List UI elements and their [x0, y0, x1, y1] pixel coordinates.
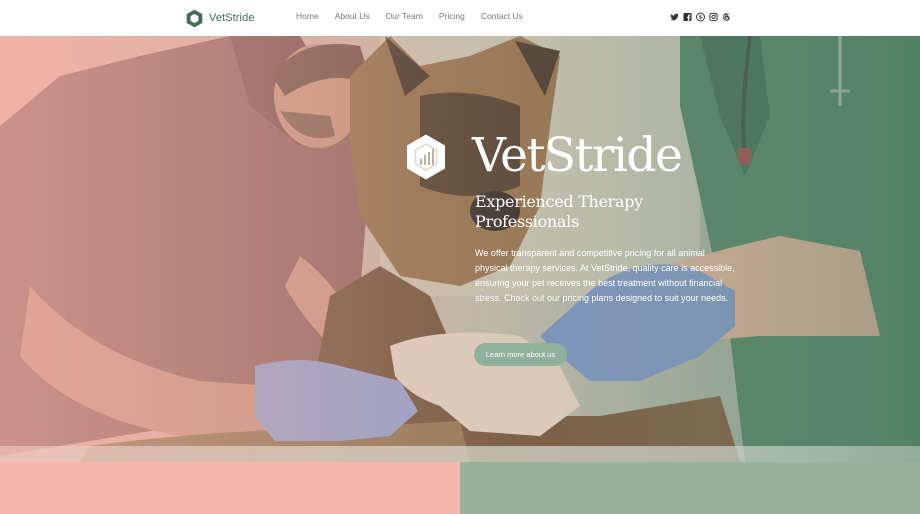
hero-title: VetStride — [472, 128, 683, 183]
hero-section: VetStride Experienced Therapy Profession… — [0, 36, 920, 462]
pinterest-icon[interactable] — [696, 12, 705, 22]
hexagon-logo-icon — [407, 134, 445, 180]
learn-more-button[interactable]: Learn more about us — [474, 343, 567, 366]
brand-home-link[interactable]: VetStride — [186, 7, 255, 29]
hexagon-logo-icon — [186, 9, 203, 27]
nav-contact-us[interactable]: Contact Us — [481, 11, 523, 21]
hero-subtitle: Experienced Therapy Professionals — [475, 192, 643, 231]
main-navigation: Home About Us Our Team Pricing Contact U… — [296, 11, 539, 21]
threads-icon[interactable] — [722, 12, 731, 22]
brand-name: VetStride — [209, 12, 255, 24]
social-links — [670, 12, 731, 22]
facebook-icon[interactable] — [683, 12, 692, 22]
instagram-icon[interactable] — [709, 12, 718, 22]
nav-our-team[interactable]: Our Team — [386, 11, 423, 21]
hero-background-photo — [0, 36, 920, 462]
nav-about-us[interactable]: About Us — [335, 11, 370, 21]
green-section-strip — [460, 462, 920, 514]
top-navbar: VetStride Home About Us Our Team Pricing… — [0, 0, 920, 36]
nav-home[interactable]: Home — [296, 11, 319, 21]
nav-pricing[interactable]: Pricing — [439, 11, 465, 21]
pink-section-strip — [0, 462, 460, 514]
hero-description: We offer transparent and competitive pri… — [475, 248, 735, 303]
twitter-icon[interactable] — [670, 12, 679, 22]
